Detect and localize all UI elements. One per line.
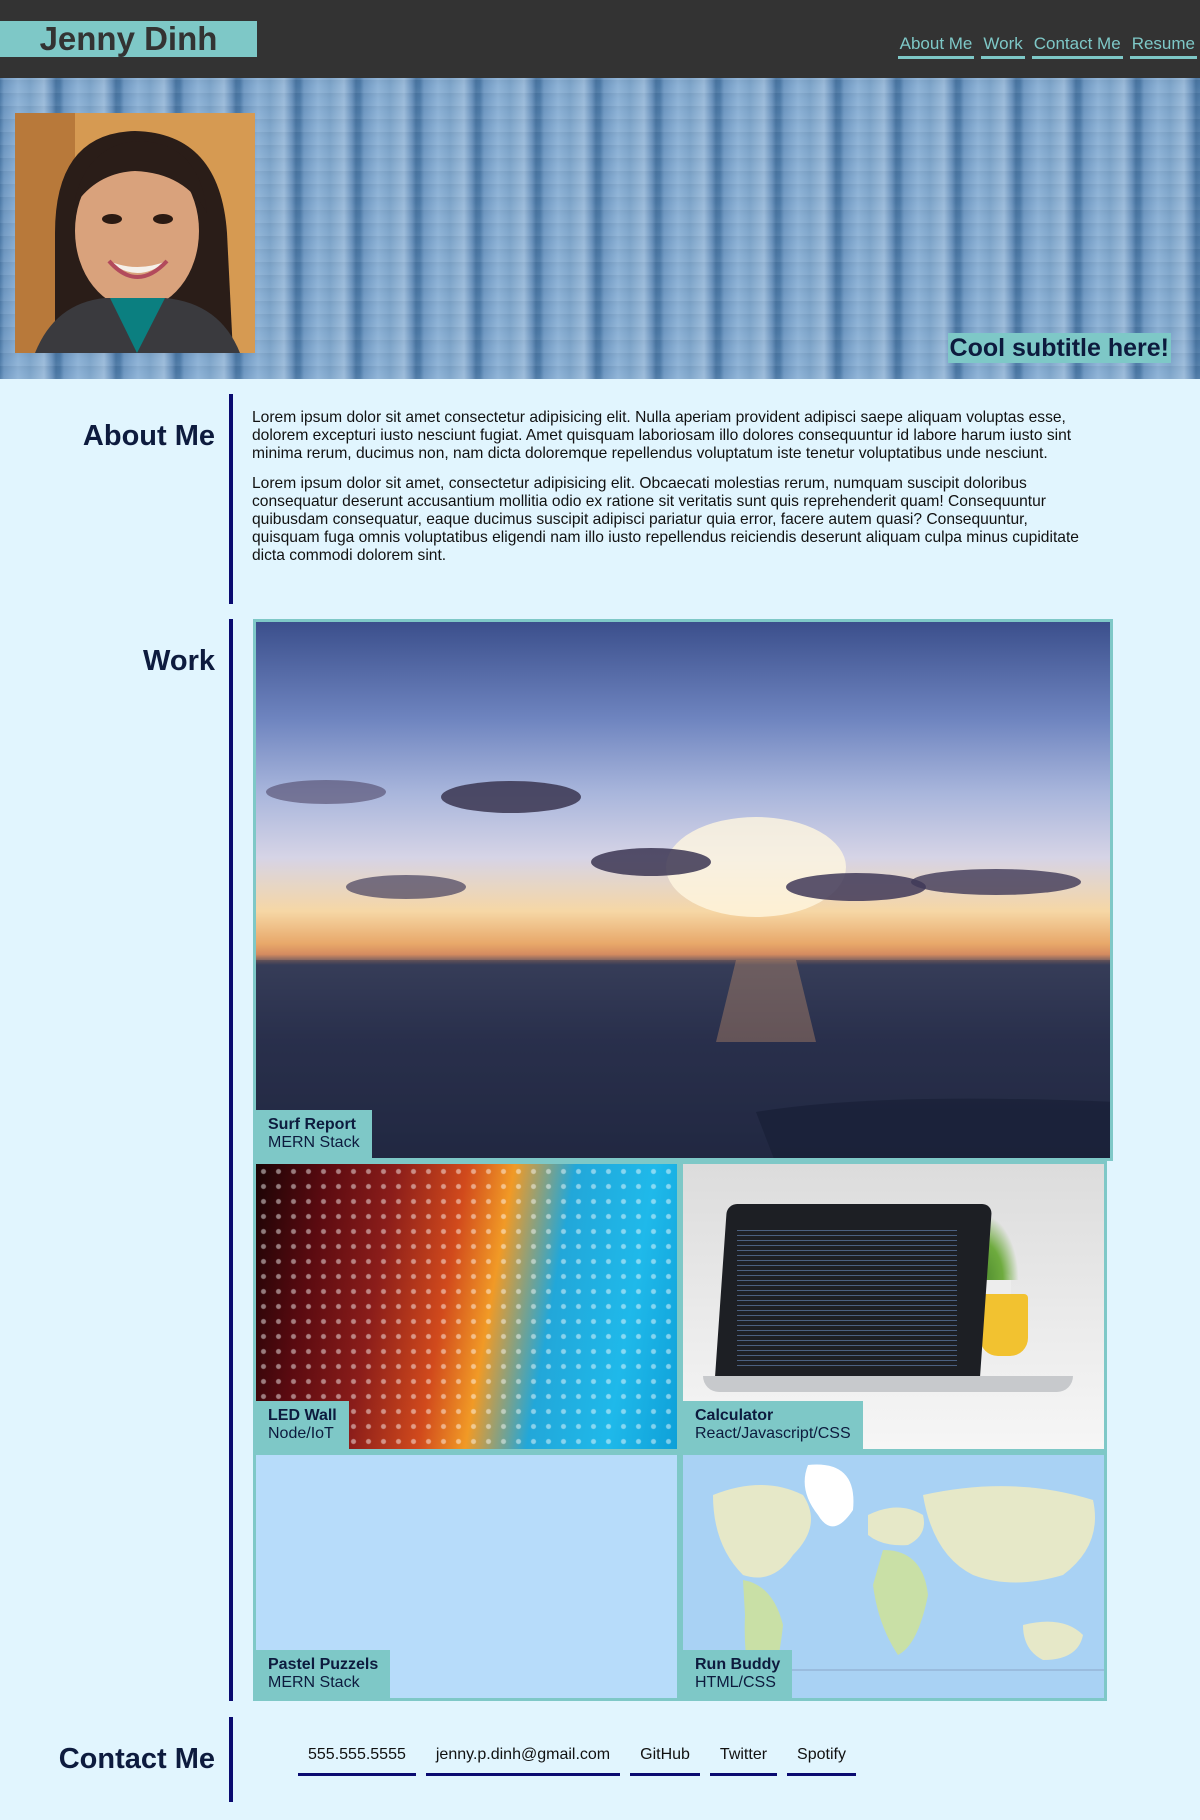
project-name: Surf Report: [268, 1116, 356, 1133]
main-nav: About Me Work Contact Me Resume: [897, 34, 1197, 59]
project-label: Surf Report MERN Stack: [256, 1110, 372, 1158]
project-calculator[interactable]: Calculator React/Javascript/CSS: [680, 1161, 1107, 1452]
about-body: Lorem ipsum dolor sit amet consectetur a…: [252, 409, 1082, 577]
contact-github-link[interactable]: GitHub: [630, 1740, 700, 1776]
work-heading: Work: [143, 645, 215, 677]
project-stack: React/Javascript/CSS: [695, 1425, 851, 1442]
nav-link-work[interactable]: Work: [981, 34, 1025, 59]
project-label: Pastel Puzzels MERN Stack: [256, 1650, 391, 1698]
site-brand[interactable]: Jenny Dinh: [0, 21, 257, 57]
about-heading: About Me: [82, 420, 215, 452]
project-stack: MERN Stack: [268, 1674, 360, 1691]
contact-links: 555.555.5555 jenny.p.dinh@gmail.com GitH…: [298, 1740, 856, 1776]
project-stack: Node/IoT: [268, 1425, 334, 1442]
project-surf-report[interactable]: Surf Report MERN Stack: [253, 619, 1113, 1161]
project-label: Run Buddy HTML/CSS: [683, 1650, 793, 1698]
laptop-base: [703, 1376, 1073, 1392]
work-divider: [229, 619, 233, 1701]
hero-banner: Cool subtitle here!: [0, 78, 1200, 379]
about-paragraph: Lorem ipsum dolor sit amet consectetur a…: [252, 409, 1072, 462]
nav-link-about[interactable]: About Me: [897, 34, 975, 59]
about-paragraph: Lorem ipsum dolor sit amet, consectetur …: [252, 475, 1079, 564]
contact-email-link[interactable]: jenny.p.dinh@gmail.com: [425, 1740, 621, 1776]
project-name: Pastel Puzzels: [268, 1656, 379, 1673]
project-name: Calculator: [695, 1407, 774, 1424]
project-name: Run Buddy: [695, 1656, 781, 1673]
project-label: Calculator React/Javascript/CSS: [683, 1401, 863, 1449]
contact-spotify-link[interactable]: Spotify: [787, 1740, 856, 1776]
sunset-image: [256, 780, 1110, 1158]
profile-photo: [15, 113, 255, 353]
about-divider: [229, 394, 233, 604]
contact-phone-link[interactable]: 555.555.5555: [298, 1740, 416, 1776]
project-label: LED Wall Node/IoT: [256, 1401, 349, 1449]
contact-heading: Contact Me: [58, 1743, 215, 1775]
header-bar: Jenny Dinh About Me Work Contact Me Resu…: [0, 0, 1200, 78]
project-stack: HTML/CSS: [695, 1674, 776, 1691]
mug-image: [980, 1294, 1028, 1356]
project-run-buddy[interactable]: Run Buddy HTML/CSS: [680, 1452, 1107, 1701]
contact-twitter-link[interactable]: Twitter: [709, 1740, 778, 1776]
project-pastel-puzzels[interactable]: Pastel Puzzels MERN Stack: [253, 1452, 680, 1701]
nav-link-resume[interactable]: Resume: [1129, 34, 1197, 59]
hero-subtitle: Cool subtitle here!: [947, 333, 1171, 363]
portrait-illustration: [15, 113, 255, 353]
project-stack: MERN Stack: [268, 1134, 360, 1151]
project-led-wall[interactable]: LED Wall Node/IoT: [253, 1161, 680, 1452]
project-name: LED Wall: [268, 1407, 337, 1424]
contact-divider: [229, 1717, 233, 1802]
nav-link-contact[interactable]: Contact Me: [1031, 34, 1123, 59]
code-screen: [737, 1226, 957, 1366]
